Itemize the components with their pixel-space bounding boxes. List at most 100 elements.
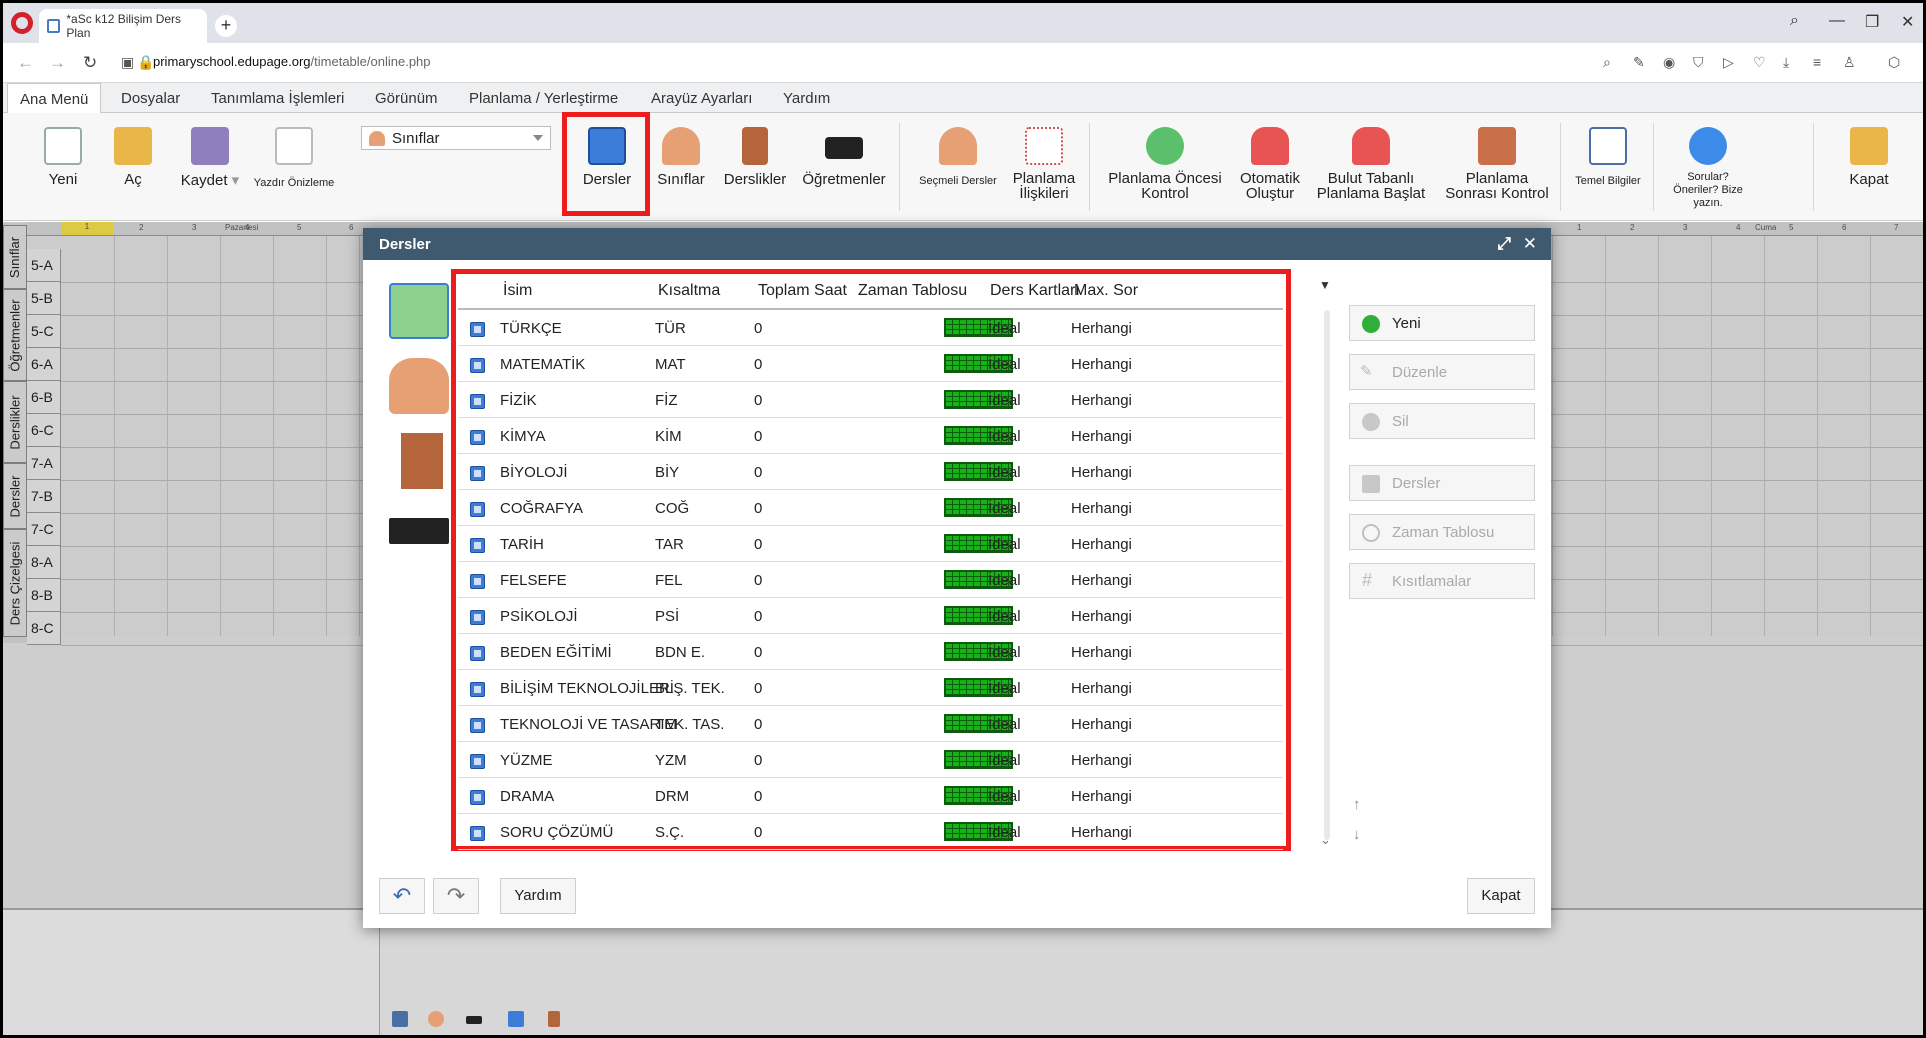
table-row[interactable]: COĞRAFYA COĞ 0 İdeal Herhangi bbox=[458, 490, 1283, 526]
open-button[interactable]: Aç bbox=[111, 127, 155, 188]
table-scrollbar[interactable] bbox=[1324, 310, 1330, 840]
zoom-icon[interactable]: ⌕ bbox=[1603, 54, 1611, 71]
door-mini-icon[interactable] bbox=[548, 1011, 560, 1027]
table-row[interactable]: YÜZME YZM 0 İdeal Herhangi bbox=[458, 742, 1283, 778]
save-button[interactable]: Kaydet ▾ bbox=[175, 127, 245, 189]
table-row[interactable]: BİYOLOJİ BİY 0 İdeal Herhangi bbox=[458, 454, 1283, 490]
minimize-button[interactable]: — bbox=[1829, 12, 1845, 30]
ogretmenler-button[interactable]: Öğretmenler bbox=[798, 127, 890, 188]
duzenle-button[interactable]: ✎ Düzenle bbox=[1349, 354, 1535, 390]
planlama-oncesi-kontrol-button[interactable]: Planlama Öncesi Kontrol bbox=[1099, 127, 1231, 201]
menu-dosyalar[interactable]: Dosyalar bbox=[109, 83, 192, 113]
institution-mini-icon[interactable] bbox=[392, 1011, 408, 1027]
table-row[interactable]: SORU ÇÖZÜMÜ S.Ç. 0 İdeal Herhangi bbox=[458, 814, 1283, 850]
planlama-sonrasi-kontrol-button[interactable]: Planlama Sonrası Kontrol bbox=[1437, 127, 1557, 201]
window-close-button[interactable]: ✕ bbox=[1901, 12, 1914, 32]
column-header[interactable]: Toplam Saat bbox=[758, 282, 847, 300]
menu-tanimlama[interactable]: Tanımlama İşlemleri bbox=[199, 83, 356, 113]
yeni-button[interactable]: Yeni bbox=[1349, 305, 1535, 341]
kapat-button[interactable]: Kapat bbox=[1467, 878, 1535, 914]
dersler-button[interactable]: Dersler bbox=[574, 127, 640, 188]
kisitlamalar-button[interactable]: # Kısıtlamalar bbox=[1349, 563, 1535, 599]
print-preview-button[interactable]: Yazdır Önizleme bbox=[251, 127, 337, 189]
shield-icon[interactable]: ⛉ bbox=[1693, 54, 1704, 71]
menu-arayuz[interactable]: Arayüz Ayarları bbox=[639, 83, 764, 113]
dialog-close-icon[interactable]: ✕ bbox=[1523, 234, 1537, 254]
subject-short: BİY bbox=[655, 464, 680, 481]
otomatik-olustur-button[interactable]: Otomatik Oluştur bbox=[1235, 127, 1305, 201]
kapat-ribbon-button[interactable]: Kapat bbox=[1841, 127, 1897, 188]
menu-icon[interactable]: ≡ bbox=[1813, 54, 1821, 70]
table-row[interactable]: PSİKOLOJİ PSİ 0 İdeal Herhangi bbox=[458, 598, 1283, 634]
students-mini-icon[interactable] bbox=[428, 1011, 444, 1027]
move-up-icon[interactable]: ↑ bbox=[1353, 796, 1361, 813]
column-header[interactable]: Kısaltma bbox=[658, 282, 720, 300]
new-tab-button[interactable]: + bbox=[215, 15, 237, 37]
derslikler-button[interactable]: Derslikler bbox=[719, 127, 791, 188]
menu-ana-menu[interactable]: Ana Menü bbox=[7, 83, 102, 114]
book-mini-icon[interactable] bbox=[508, 1011, 524, 1027]
yardim-button[interactable]: Yardım bbox=[500, 878, 576, 914]
view-select[interactable]: Sınıflar bbox=[361, 126, 551, 150]
planlama-iliskileri-button[interactable]: Planlama İlişkileri bbox=[1009, 127, 1079, 201]
table-row[interactable]: KİMYA KİM 0 İdeal Herhangi bbox=[458, 418, 1283, 454]
table-row[interactable]: BİLİŞİM TEKNOLOJİLERİ BLŞ. TEK. 0 İdeal Herh… bbox=[458, 670, 1283, 706]
subject-name: MATEMATİK bbox=[500, 356, 586, 373]
feedback-button[interactable]: Sorular? Öneriler? Bize yazın. bbox=[1665, 127, 1751, 210]
secmeli-dersler-button[interactable]: Seçmeli Dersler bbox=[911, 127, 1005, 187]
new-button[interactable]: Yeni bbox=[41, 127, 85, 188]
menu-planlama[interactable]: Planlama / Yerleştirme bbox=[457, 83, 630, 113]
table-row[interactable]: MATEMATİK MAT 0 İdeal Herhangi bbox=[458, 346, 1283, 382]
temel-bilgiler-button[interactable]: Temel Bilgiler bbox=[1569, 127, 1647, 187]
undo-button[interactable]: ↶ bbox=[379, 878, 425, 914]
download-icon[interactable]: ⤓ bbox=[1783, 54, 1789, 71]
zaman-tablosu-button[interactable]: Zaman Tablosu bbox=[1349, 514, 1535, 550]
subject-name: TARİH bbox=[500, 536, 544, 553]
edit-icon[interactable]: ✎ bbox=[1633, 54, 1645, 71]
browser-tab[interactable]: *aSc k12 Bilişim Ders Plan bbox=[39, 9, 207, 43]
expand-icon[interactable]: ⤢ bbox=[1497, 234, 1511, 254]
column-header[interactable]: İsim bbox=[503, 282, 532, 300]
column-header[interactable]: Max. Sor bbox=[1074, 282, 1138, 300]
table-row[interactable]: FELSEFE FEL 0 İdeal Herhangi bbox=[458, 562, 1283, 598]
sil-button[interactable]: Sil bbox=[1349, 403, 1535, 439]
move-down-icon[interactable]: ↓ bbox=[1353, 826, 1361, 843]
opera-logo-icon[interactable] bbox=[11, 12, 33, 34]
site-info-icon[interactable]: ▣ bbox=[121, 54, 134, 71]
students-icon[interactable] bbox=[389, 358, 449, 414]
lower-right-panel bbox=[379, 910, 1923, 1035]
bulut-planlama-button[interactable]: Bulut Tabanlı Planlama Başlat bbox=[1311, 127, 1431, 201]
siniflar-button[interactable]: Sınıflar bbox=[653, 127, 709, 188]
subjects-arrow-icon[interactable] bbox=[389, 283, 449, 339]
heart-icon[interactable]: ♡ bbox=[1753, 54, 1766, 71]
forward-button[interactable]: → bbox=[49, 53, 66, 73]
table-row[interactable]: DRAMA DRM 0 İdeal Herhangi bbox=[458, 778, 1283, 814]
column-header[interactable]: Zaman Tablosu bbox=[858, 282, 967, 300]
reload-button[interactable]: ↻ bbox=[83, 53, 97, 73]
table-row[interactable]: BEDEN EĞİTİMİ BDN E. 0 İdeal Herhangi bbox=[458, 634, 1283, 670]
door-icon[interactable] bbox=[401, 433, 443, 489]
dersler-action-button[interactable]: Dersler bbox=[1349, 465, 1535, 501]
column-menu-icon[interactable]: ▼ bbox=[1319, 278, 1331, 292]
camera-icon[interactable]: ◉ bbox=[1663, 54, 1675, 71]
table-row[interactable]: TÜRKÇE TÜR 0 İdeal Herhangi bbox=[458, 310, 1283, 346]
back-button[interactable]: ← bbox=[17, 53, 34, 73]
search-tabs-icon[interactable]: ⌕ bbox=[1790, 12, 1799, 30]
subject-short: TEK. TAS. bbox=[655, 716, 725, 733]
maximize-button[interactable]: ❐ bbox=[1865, 12, 1879, 32]
scroll-down-icon[interactable]: ⌄ bbox=[1320, 832, 1331, 848]
subject-book-icon bbox=[470, 430, 485, 445]
box-icon[interactable]: ⬡ bbox=[1888, 54, 1900, 71]
graduation-cap-icon[interactable] bbox=[389, 518, 449, 544]
table-row[interactable]: TARİH TAR 0 İdeal Herhangi bbox=[458, 526, 1283, 562]
column-header[interactable]: Ders Kartları bbox=[990, 282, 1080, 300]
menu-gorunum[interactable]: Görünüm bbox=[363, 83, 450, 113]
graduation-cap-mini-icon[interactable] bbox=[466, 1016, 482, 1024]
menu-yardim[interactable]: Yardım bbox=[771, 83, 842, 113]
url-field[interactable]: primaryschool.edupage.org/timetable/onli… bbox=[153, 54, 431, 69]
table-row[interactable]: FİZİK FİZ 0 İdeal Herhangi bbox=[458, 382, 1283, 418]
redo-button[interactable]: ↷ bbox=[433, 878, 479, 914]
profile-icon[interactable]: ♙ bbox=[1843, 54, 1856, 71]
table-row[interactable]: TEKNOLOJİ VE TASARIM TEK. TAS. 0 İdeal Herha… bbox=[458, 706, 1283, 742]
play-icon[interactable]: ▷ bbox=[1723, 54, 1734, 71]
